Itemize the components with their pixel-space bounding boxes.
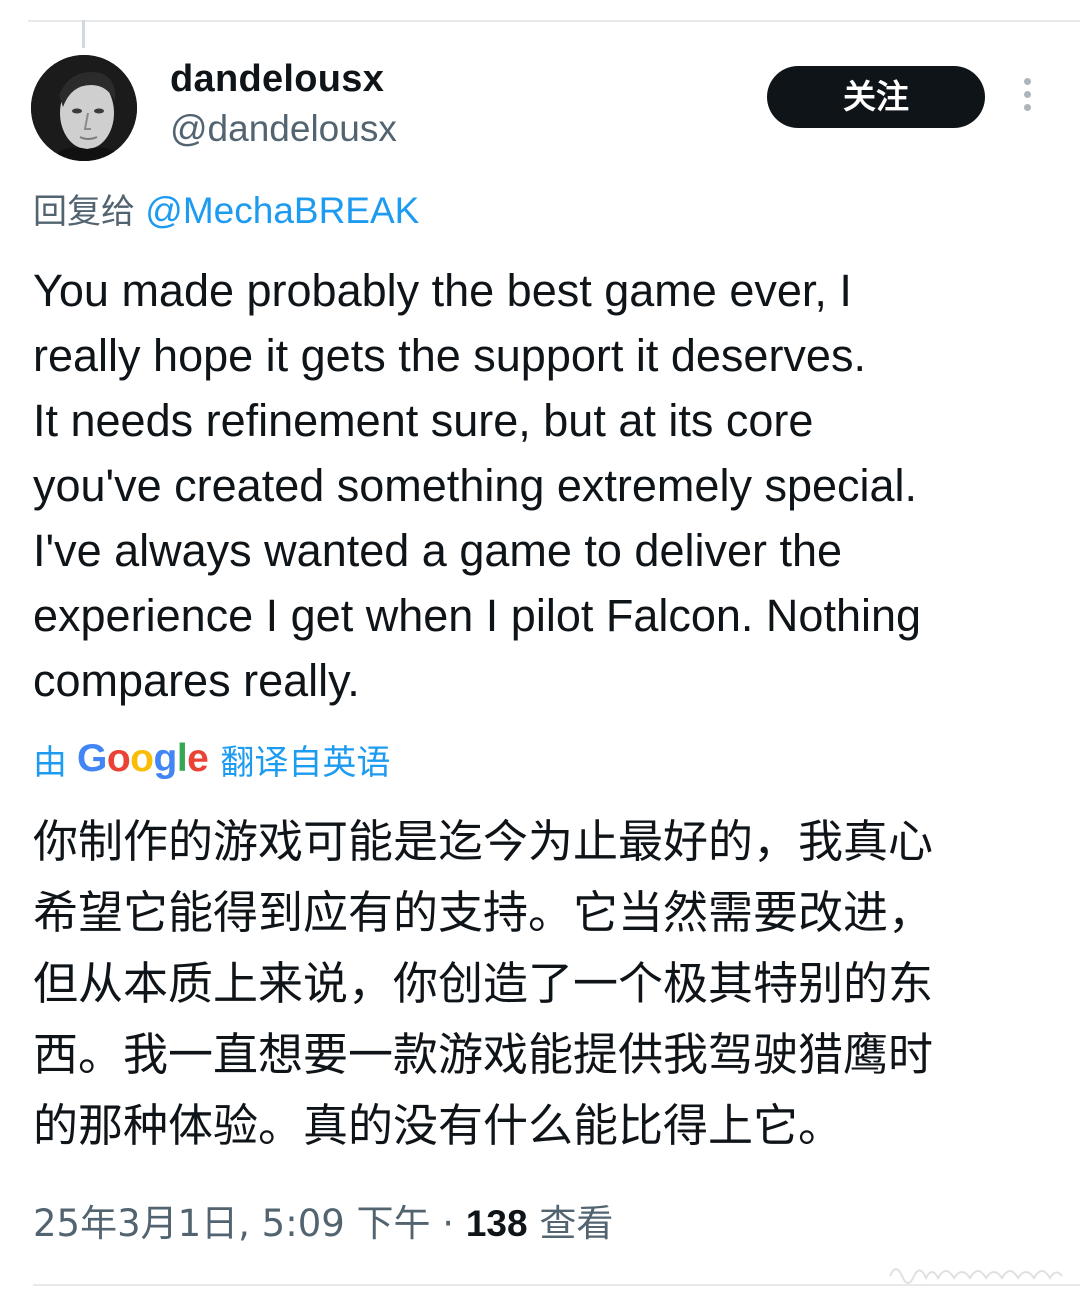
reply-context: 回复给 @MechaBREAK bbox=[33, 188, 419, 235]
thread-connector-line bbox=[82, 20, 85, 48]
reply-mention-link[interactable]: @MechaBREAK bbox=[145, 190, 419, 231]
tweet-text: You made probably the best game ever, I … bbox=[33, 265, 922, 706]
watermark-scribble-icon bbox=[889, 1268, 1063, 1284]
author-display-name[interactable]: dandelousx bbox=[170, 56, 384, 102]
meta-separator: · bbox=[430, 1202, 466, 1245]
tweet-meta: 25年3月1日, 5:09 下午 · 138 查看 bbox=[33, 1199, 613, 1249]
reply-prefix: 回复给 bbox=[33, 192, 135, 232]
translation-by-label: 由 bbox=[33, 742, 67, 783]
translation-source-label: 翻译自英语 bbox=[220, 742, 391, 783]
author-handle[interactable]: @dandelousx bbox=[170, 106, 397, 152]
avatar-portrait-icon bbox=[31, 55, 137, 161]
top-divider bbox=[28, 20, 1080, 22]
view-count-label: 查看 bbox=[527, 1202, 614, 1245]
follow-button[interactable]: 关注 bbox=[767, 66, 985, 128]
google-logo: Google bbox=[77, 737, 209, 780]
avatar[interactable] bbox=[31, 55, 137, 161]
timestamp[interactable]: 25年3月1日, 5:09 下午 bbox=[33, 1202, 431, 1245]
more-options-icon[interactable] bbox=[1014, 78, 1040, 118]
translation-attribution[interactable]: 由 Google 翻译自英语 bbox=[33, 735, 390, 783]
translated-text: 你制作的游戏可能是迄今为止最好的，我真心 希望它能得到应有的支持。它当然需要改进… bbox=[33, 815, 934, 1152]
view-count: 138 bbox=[465, 1203, 528, 1244]
